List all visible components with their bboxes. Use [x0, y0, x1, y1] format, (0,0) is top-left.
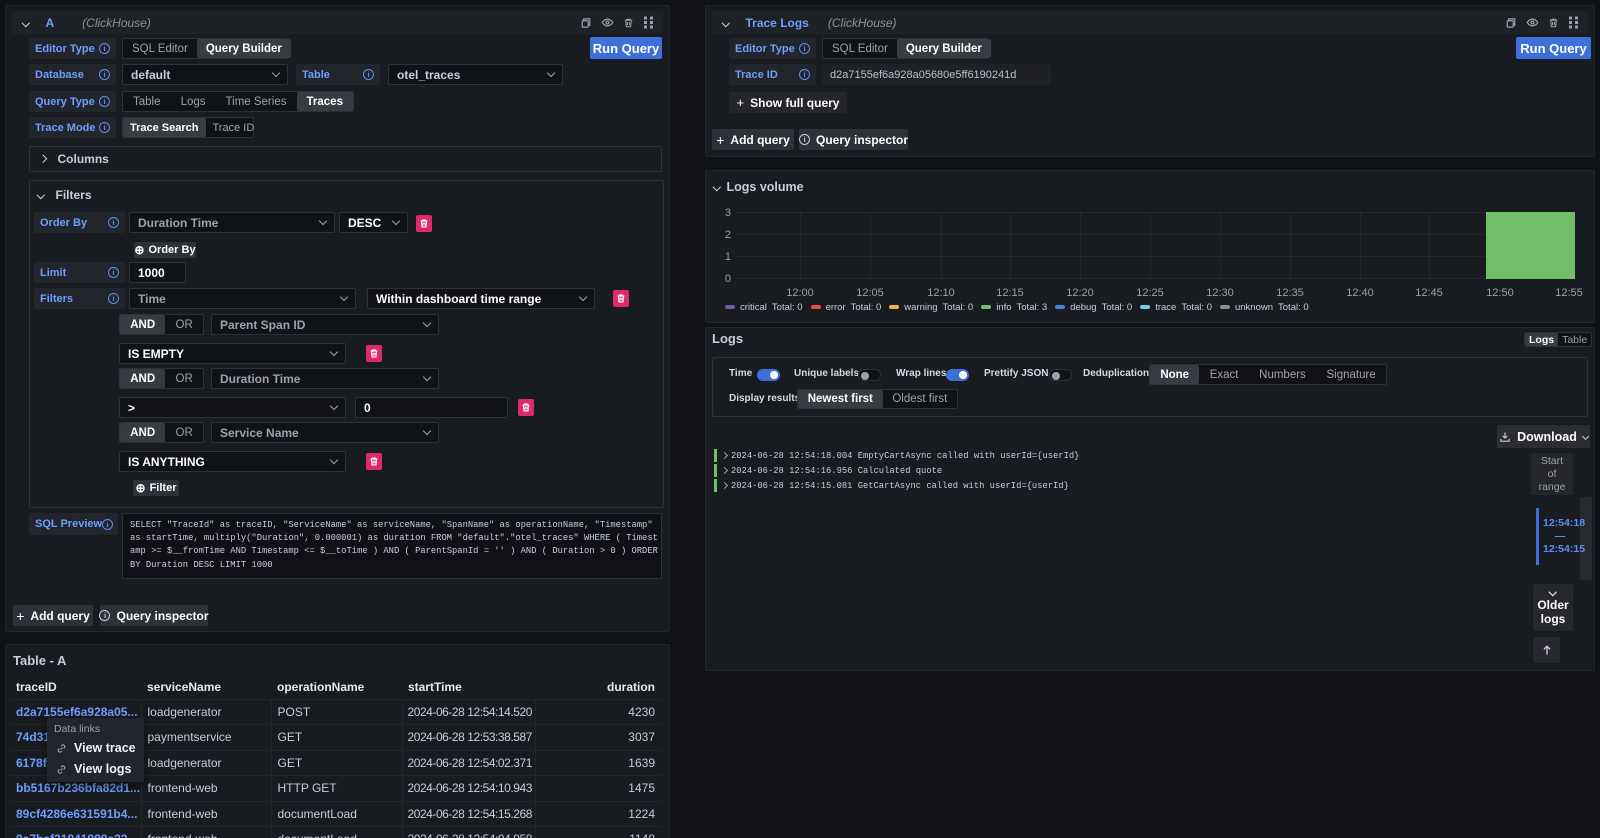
- svg-text:2: 2: [725, 229, 731, 241]
- svg-text:12:35: 12:35: [1276, 287, 1304, 299]
- svg-text:12:40: 12:40: [1346, 287, 1374, 299]
- svg-text:1: 1: [725, 251, 731, 263]
- svg-text:12:15: 12:15: [996, 287, 1024, 299]
- svg-text:12:10: 12:10: [927, 287, 955, 299]
- svg-text:12:20: 12:20: [1066, 287, 1094, 299]
- svg-text:12:50: 12:50: [1486, 287, 1514, 299]
- svg-text:12:55: 12:55: [1555, 287, 1583, 299]
- svg-text:12:30: 12:30: [1206, 287, 1234, 299]
- svg-text:0: 0: [725, 273, 731, 285]
- svg-text:3: 3: [725, 207, 731, 219]
- svg-text:12:05: 12:05: [856, 287, 884, 299]
- svg-text:12:45: 12:45: [1415, 287, 1443, 299]
- svg-text:12:25: 12:25: [1136, 287, 1164, 299]
- svg-text:12:00: 12:00: [786, 287, 814, 299]
